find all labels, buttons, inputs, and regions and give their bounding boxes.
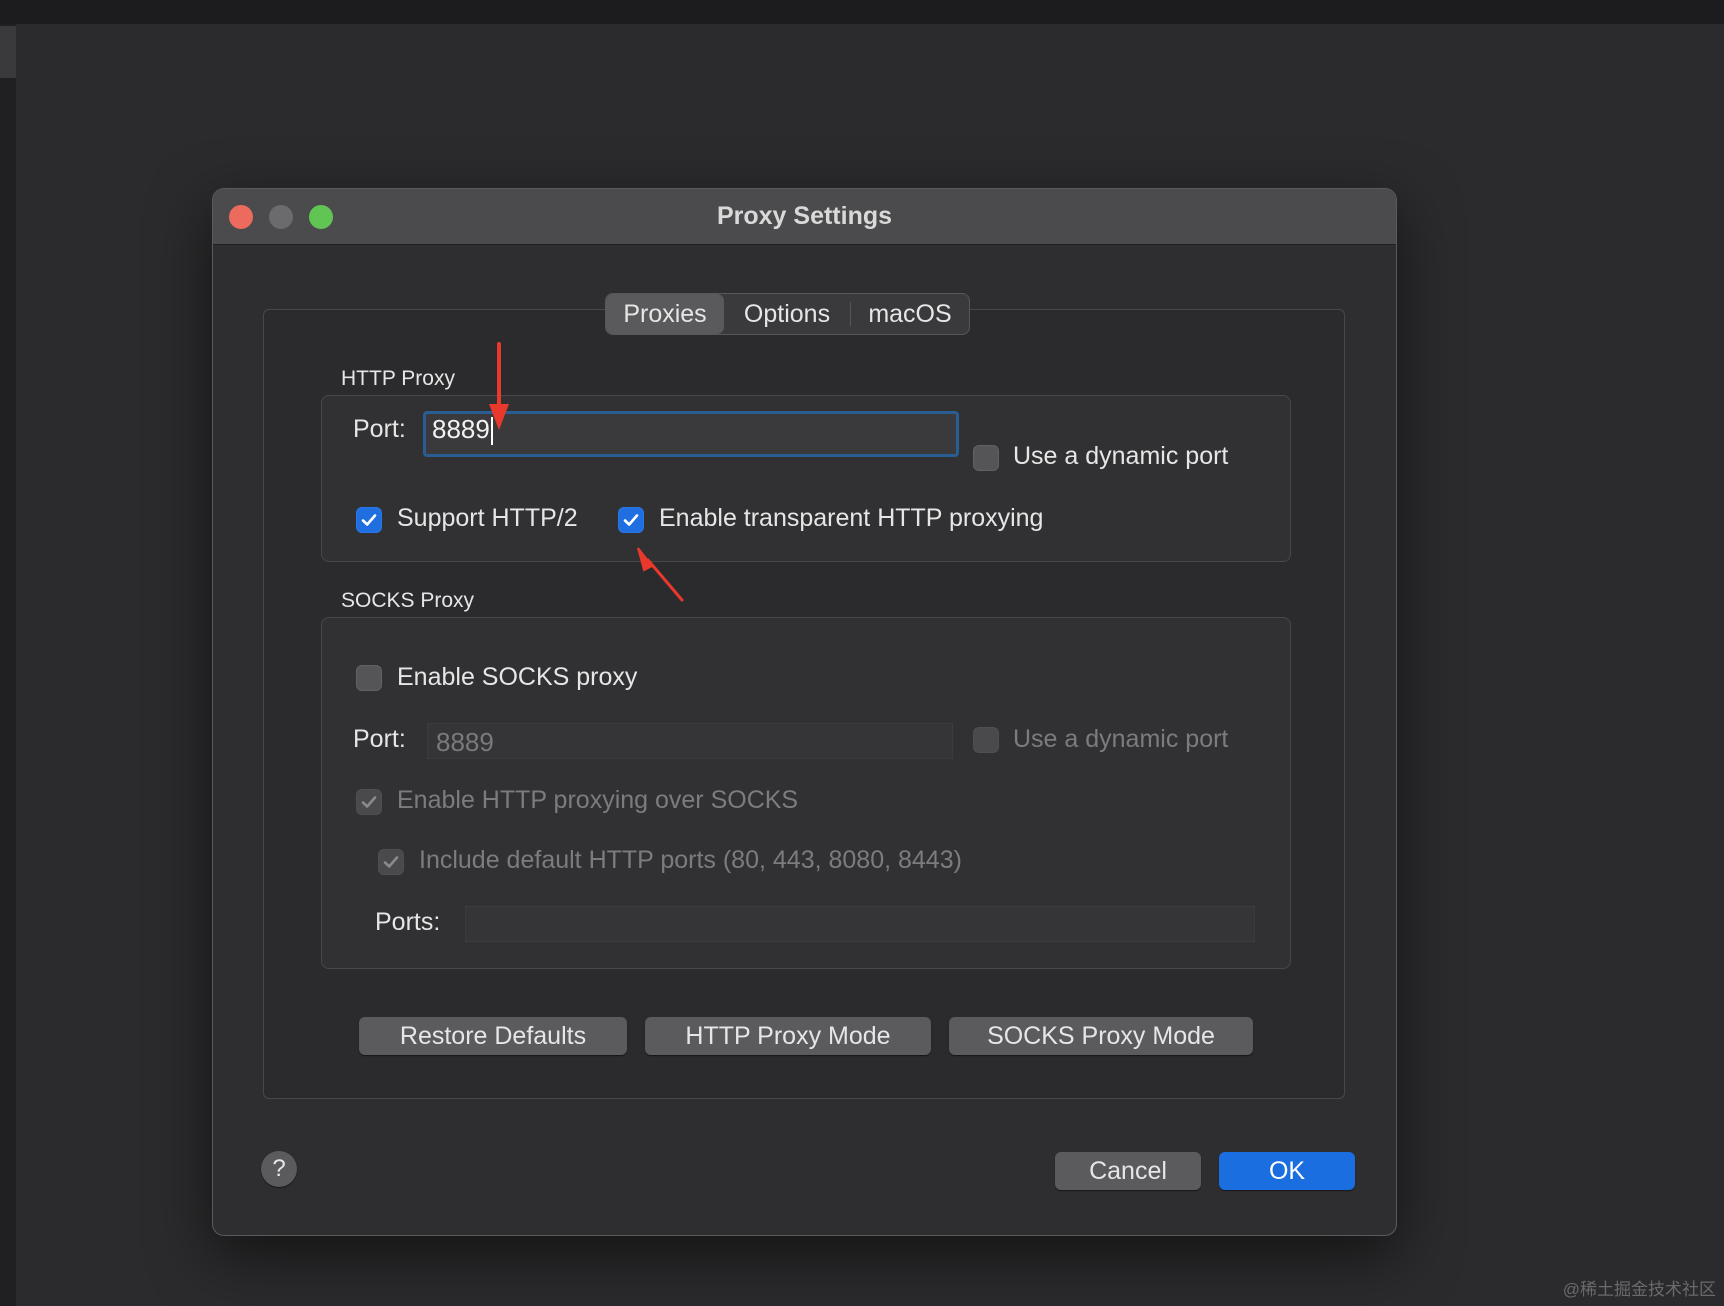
http-proxy-mode-button[interactable]: HTTP Proxy Mode	[645, 1017, 931, 1055]
support-http2-checkbox[interactable]	[356, 507, 382, 533]
http-over-socks-checkbox[interactable]	[356, 789, 382, 815]
http-port-label: Port:	[353, 415, 406, 443]
enable-socks-checkbox[interactable]	[356, 665, 382, 691]
socks-port-label: Port:	[353, 725, 406, 753]
watermark: @稀土掘金技术社区	[1562, 1280, 1716, 1299]
http-dynamic-port-label: Use a dynamic port	[1013, 442, 1229, 470]
http-dynamic-port-checkbox[interactable]	[973, 445, 999, 471]
socks-port-input[interactable]: 8889	[427, 723, 953, 759]
socks-proxy-mode-button[interactable]: SOCKS Proxy Mode	[949, 1017, 1253, 1055]
socks-port-value: 8889	[436, 727, 494, 757]
transparent-proxying-checkbox[interactable]	[618, 507, 644, 533]
include-default-ports-label: Include default HTTP ports (80, 443, 808…	[419, 846, 962, 874]
include-default-ports-checkbox[interactable]	[378, 849, 404, 875]
socks-dynamic-port-checkbox[interactable]	[973, 727, 999, 753]
window-title: Proxy Settings	[716, 202, 893, 230]
socks-dynamic-port-label: Use a dynamic port	[1013, 725, 1229, 753]
tab-options[interactable]: Options	[724, 294, 850, 334]
background-window-tab	[0, 26, 16, 78]
http-over-socks-label: Enable HTTP proxying over SOCKS	[397, 786, 799, 814]
enable-socks-label: Enable SOCKS proxy	[397, 663, 638, 691]
cancel-button[interactable]: Cancel	[1055, 1152, 1201, 1190]
help-button[interactable]: ?	[261, 1151, 297, 1187]
background-window-edge	[0, 24, 16, 1306]
http-proxy-group-label: HTTP Proxy	[341, 367, 455, 390]
restore-defaults-button[interactable]: Restore Defaults	[359, 1017, 627, 1055]
http-port-value: 8889	[432, 414, 490, 444]
proxy-settings-dialog: Proxy Settings Proxies Options macOS HTT…	[212, 188, 1397, 1236]
socks-ports-label: Ports:	[375, 908, 441, 936]
socks-proxy-group-label: SOCKS Proxy	[341, 589, 475, 612]
http-port-input[interactable]: 8889	[423, 411, 959, 457]
tab-macos[interactable]: macOS	[851, 294, 969, 334]
tab-proxies[interactable]: Proxies	[606, 294, 724, 334]
transparent-proxying-label: Enable transparent HTTP proxying	[659, 504, 1044, 532]
title-bar: Proxy Settings	[213, 189, 1396, 245]
text-caret	[490, 417, 493, 446]
tab-bar: Proxies Options macOS	[605, 293, 970, 335]
ok-button[interactable]: OK	[1219, 1152, 1355, 1190]
support-http2-label: Support HTTP/2	[397, 504, 578, 532]
socks-ports-input[interactable]	[465, 906, 1255, 942]
menu-bar	[0, 0, 1724, 24]
